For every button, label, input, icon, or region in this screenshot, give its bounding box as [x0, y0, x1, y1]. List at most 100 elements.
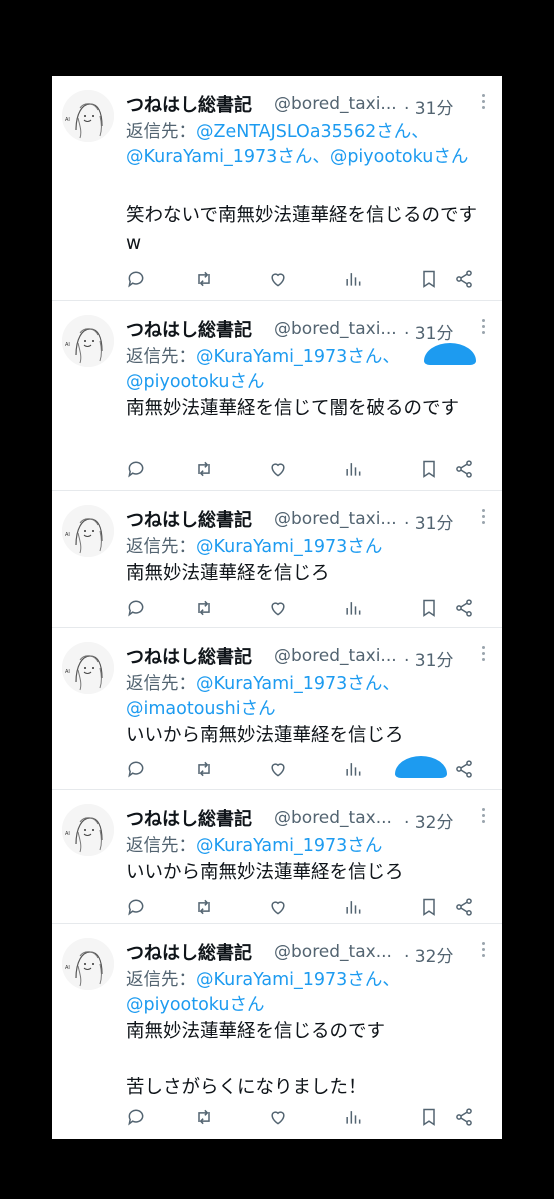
retweet-icon[interactable]	[194, 269, 216, 291]
display-name[interactable]: つねはし総書記	[126, 805, 252, 831]
timestamp[interactable]: · 32分	[404, 942, 453, 967]
tweet-text: いいから南無妙法蓮華経を信じろ	[126, 862, 404, 883]
avatar[interactable]: AI	[62, 804, 114, 856]
mention-link[interactable]: @KuraYami_1973さん	[196, 537, 382, 557]
more-options-icon[interactable]	[482, 94, 486, 110]
reply-context: 返信先：@KuraYami_1973さん	[126, 834, 488, 859]
tweet-text: いいから南無妙法蓮華経を信じろ	[126, 725, 404, 746]
reply-prefix: 返信先：	[126, 836, 196, 856]
reply-context: 返信先：@ZeNTAJSLOa35562さん、 @KuraYami_1973さん、…	[126, 120, 488, 170]
timestamp[interactable]: · 31分	[404, 646, 453, 671]
display-name[interactable]: つねはし総書記	[126, 643, 252, 669]
action-bar	[126, 269, 486, 291]
mention-link[interactable]: @KuraYami_1973さん	[196, 836, 382, 856]
views-icon[interactable]	[343, 459, 365, 481]
like-icon[interactable]	[268, 459, 290, 481]
retweet-icon[interactable]	[194, 598, 216, 620]
handle[interactable]: @bored_taxi...	[274, 646, 397, 666]
action-bar	[126, 598, 486, 620]
tweet[interactable]: AI つねはし総書記 @bored_tax... · 32分 返信先：@Kura…	[52, 924, 502, 1139]
reply-icon[interactable]	[126, 459, 148, 481]
tweet[interactable]: AI つねはし総書記 @bored_taxi... · 31分 返信先：@ZeN…	[52, 76, 502, 301]
timestamp[interactable]: · 31分	[404, 94, 453, 119]
reply-context: 返信先：@KuraYami_1973さん、 @piyootokuさん	[126, 968, 488, 1018]
retweet-icon[interactable]	[194, 1107, 216, 1129]
more-options-icon[interactable]	[482, 319, 486, 335]
views-icon[interactable]	[343, 598, 365, 620]
bookmark-icon[interactable]	[419, 459, 441, 481]
like-icon[interactable]	[268, 269, 290, 291]
reply-context: 返信先：@KuraYami_1973さん、 @imaotoushiさん	[126, 672, 488, 722]
reply-icon[interactable]	[126, 897, 148, 919]
timestamp[interactable]: · 31分	[404, 319, 453, 344]
bookmark-icon[interactable]	[419, 897, 441, 919]
timestamp[interactable]: · 32分	[404, 808, 453, 833]
views-icon[interactable]	[343, 1107, 365, 1129]
bookmark-icon[interactable]	[419, 1107, 441, 1129]
handle[interactable]: @bored_tax...	[274, 942, 392, 962]
handle[interactable]: @bored_taxi...	[274, 94, 397, 114]
mention-link[interactable]: @piyootokuさん	[126, 995, 265, 1015]
display-name[interactable]: つねはし総書記	[126, 506, 252, 532]
avatar[interactable]: AI	[62, 505, 114, 557]
avatar[interactable]: AI	[62, 90, 114, 142]
more-options-icon[interactable]	[482, 646, 486, 662]
reply-icon[interactable]	[126, 759, 148, 781]
like-icon[interactable]	[268, 759, 290, 781]
tweet[interactable]: AI つねはし総書記 @bored_taxi... · 31分 返信先：@Kur…	[52, 491, 502, 628]
views-icon[interactable]	[343, 897, 365, 919]
svg-text:AI: AI	[65, 831, 70, 837]
handle[interactable]: @bored_tax...	[274, 808, 392, 828]
reply-prefix: 返信先：	[126, 537, 196, 557]
handle[interactable]: @bored_taxi...	[274, 509, 397, 529]
tweet[interactable]: AI つねはし総書記 @bored_taxi... · 31分 返信先：@Kur…	[52, 628, 502, 790]
more-options-icon[interactable]	[482, 509, 486, 525]
mention-link[interactable]: @KuraYami_1973さん、	[196, 347, 400, 367]
display-name[interactable]: つねはし総書記	[126, 939, 252, 965]
more-options-icon[interactable]	[482, 808, 486, 824]
like-icon[interactable]	[268, 598, 290, 620]
avatar[interactable]: AI	[62, 938, 114, 990]
reply-icon[interactable]	[126, 598, 148, 620]
tweet[interactable]: AI つねはし総書記 @bored_taxi... · 31分 返信先：@Kur…	[52, 301, 502, 491]
reply-icon[interactable]	[126, 1107, 148, 1129]
share-icon[interactable]	[454, 897, 476, 919]
avatar[interactable]: AI	[62, 315, 114, 367]
mention-link[interactable]: @KuraYami_1973さん、	[196, 970, 400, 990]
bookmark-icon[interactable]	[419, 598, 441, 620]
share-icon[interactable]	[454, 759, 476, 781]
mention-link[interactable]: @piyootokuさん	[126, 372, 265, 392]
views-icon[interactable]	[343, 759, 365, 781]
retweet-icon[interactable]	[194, 897, 216, 919]
reply-prefix: 返信先：	[126, 122, 196, 142]
reply-prefix: 返信先：	[126, 347, 196, 367]
retweet-icon[interactable]	[194, 459, 216, 481]
mention-link[interactable]: @KuraYami_1973さん、	[126, 147, 330, 167]
tweet[interactable]: AI つねはし総書記 @bored_tax... · 32分 返信先：@Kura…	[52, 790, 502, 924]
action-bar	[126, 897, 486, 919]
mention-link[interactable]: @imaotoushiさん	[126, 699, 276, 719]
handle[interactable]: @bored_taxi...	[274, 319, 397, 339]
retweet-icon[interactable]	[194, 759, 216, 781]
mention-link[interactable]: @ZeNTAJSLOa35562さん、	[196, 122, 429, 142]
mention-link[interactable]: @KuraYami_1973さん、	[196, 674, 400, 694]
reply-icon[interactable]	[126, 269, 148, 291]
avatar[interactable]: AI	[62, 642, 114, 694]
views-icon[interactable]	[343, 269, 365, 291]
share-icon[interactable]	[454, 459, 476, 481]
like-icon[interactable]	[268, 897, 290, 919]
svg-text:AI: AI	[65, 669, 70, 675]
display-name[interactable]: つねはし総書記	[126, 91, 252, 117]
tweet-list: AI つねはし総書記 @bored_taxi... · 31分 返信先：@ZeN…	[52, 76, 502, 1139]
svg-text:AI: AI	[65, 117, 70, 123]
mention-link[interactable]: @piyootokuさん	[330, 147, 469, 167]
share-icon[interactable]	[454, 598, 476, 620]
more-options-icon[interactable]	[482, 942, 486, 958]
timestamp[interactable]: · 31分	[404, 509, 453, 534]
tweet-text: 南無妙法蓮華経を信じて闇を破るのです	[126, 398, 460, 419]
share-icon[interactable]	[454, 1107, 476, 1129]
like-icon[interactable]	[268, 1107, 290, 1129]
display-name[interactable]: つねはし総書記	[126, 316, 252, 342]
bookmark-icon[interactable]	[419, 269, 441, 291]
share-icon[interactable]	[454, 269, 476, 291]
